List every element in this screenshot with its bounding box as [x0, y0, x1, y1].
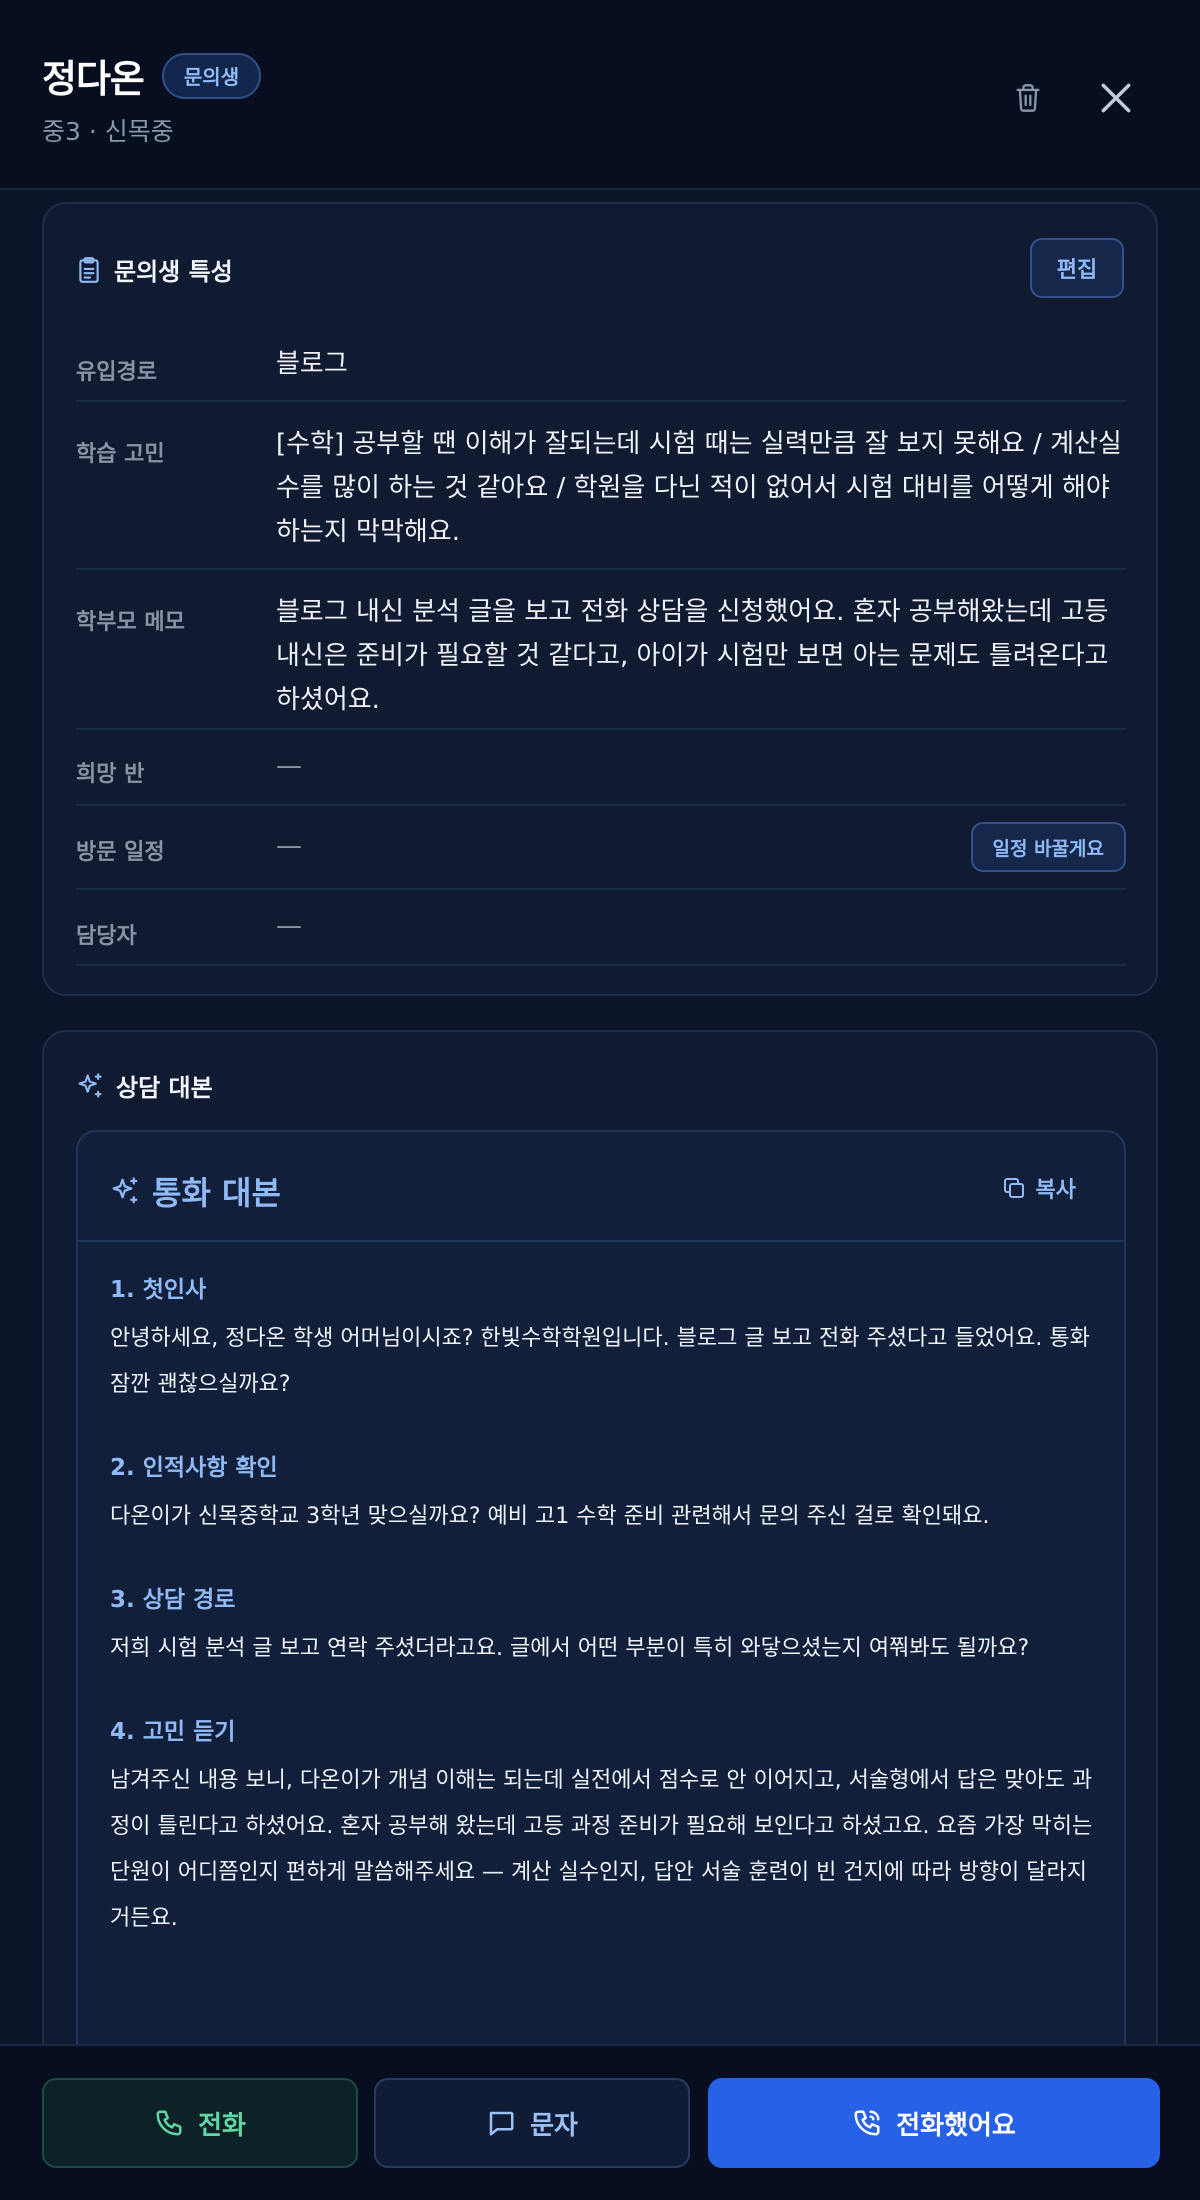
student-sub-info: 중3 · 신목중	[42, 117, 174, 146]
script-section: 4. 고민 듣기 남겨주신 내용 보니, 다온이가 개념 이해는 되는데 실전에…	[110, 1714, 1100, 1942]
script-card-title: 상담 대본	[76, 1068, 213, 1103]
script-section-body: 남겨주신 내용 보니, 다온이가 개념 이해는 되는데 실전에서 점수로 안 이…	[110, 1768, 1093, 1931]
sparkle-icon	[112, 1177, 138, 1204]
phone-call-icon	[854, 2110, 880, 2136]
script-section-heading: 2. 인적사항 확인	[110, 1455, 278, 1481]
script-section-heading: 3. 상담 경로	[110, 1587, 236, 1613]
sparkle-icon	[78, 1072, 102, 1098]
call-script-header: 통화 대본 복사	[78, 1132, 1124, 1242]
status-badge: 문의생	[161, 52, 262, 99]
sms-label: 문자	[530, 2110, 578, 2141]
reschedule-button[interactable]: 일정 바꿀게요	[970, 822, 1126, 872]
row-manager: 담당자 —	[76, 890, 1126, 966]
row-source: 유입경로 블로그	[76, 334, 1126, 402]
script-section-heading: 4. 고민 듣기	[110, 1719, 236, 1745]
phone-icon	[156, 2110, 182, 2136]
student-detail-panel: 정다온 문의생 중3 · 신목중 문의생 특성 편집 유입경로 블로그 학습 고…	[0, 0, 1200, 2200]
script-section: 3. 상담 경로 저희 시험 분석 글 보고 연락 주셨더라고요. 글에서 어떤…	[110, 1582, 1100, 1672]
row-label: 학습 고민	[76, 442, 165, 467]
student-name: 정다온	[42, 57, 145, 101]
profile-card-title: 문의생 특성	[76, 252, 233, 287]
script-section: 2. 인적사항 확인 다온이가 신목중학교 3학년 맞으실까요? 예비 고1 수…	[110, 1450, 1100, 1540]
clipboard-icon	[79, 256, 99, 283]
row-concern: 학습 고민 [수학] 공부할 땐 이해가 잘되는데 시험 때는 실력만큼 잘 보…	[76, 402, 1126, 570]
close-button[interactable]	[1088, 70, 1144, 126]
call-script-box: 통화 대본 복사 1. 첫인사 안녕하세요, 정다온 학생 어머님이시죠? 한빛…	[76, 1130, 1126, 2068]
panel-header: 정다온 문의생 중3 · 신목중	[0, 0, 1200, 190]
trash-icon	[1016, 84, 1040, 112]
row-label: 학부모 메모	[76, 610, 185, 635]
mark-called-label: 전화했어요	[896, 2110, 1016, 2141]
copy-label: 복사	[1035, 1178, 1076, 1203]
consult-script-card: 상담 대본 통화 대본 복사 1. 첫인사 안녕하세요, 정다온 학생 어머님이…	[42, 1030, 1158, 2070]
script-section-heading: 1. 첫인사	[110, 1277, 207, 1303]
row-label: 담당자	[76, 924, 137, 949]
copy-icon	[1003, 1178, 1024, 1198]
row-desired-class: 희망 반 —	[76, 730, 1126, 806]
call-script-title: 통화 대본	[110, 1168, 281, 1214]
bottom-action-bar: 전화 문자 전화했어요	[0, 2044, 1200, 2200]
row-value: 블로그	[276, 349, 348, 379]
row-value: [수학] 공부할 땐 이해가 잘되는데 시험 때는 실력만큼 잘 보지 못해요 …	[276, 429, 1122, 547]
row-parent-memo: 학부모 메모 블로그 내신 분석 글을 보고 전화 상담을 신청했어요. 혼자 …	[76, 570, 1126, 730]
row-value: —	[276, 751, 302, 781]
script-card-title-text: 상담 대본	[116, 1074, 213, 1102]
name-row: 정다온 문의생	[42, 48, 262, 103]
script-section-body: 저희 시험 분석 글 보고 연락 주셨더라고요. 글에서 어떤 부분이 특히 와…	[110, 1636, 1030, 1661]
copy-button[interactable]: 복사	[1002, 1172, 1076, 1204]
profile-card: 문의생 특성 편집 유입경로 블로그 학습 고민 [수학] 공부할 땐 이해가 …	[42, 202, 1158, 996]
row-label: 희망 반	[76, 762, 145, 787]
delete-button[interactable]	[1000, 70, 1056, 126]
mark-called-button[interactable]: 전화했어요	[708, 2078, 1160, 2168]
profile-rows: 유입경로 블로그 학습 고민 [수학] 공부할 땐 이해가 잘되는데 시험 때는…	[76, 334, 1126, 966]
profile-card-title-text: 문의생 특성	[114, 258, 233, 286]
row-visit-schedule: 방문 일정 — 일정 바꿀게요	[76, 806, 1126, 890]
sms-button[interactable]: 문자	[374, 2078, 690, 2168]
message-icon	[489, 2111, 514, 2136]
script-section-body: 안녕하세요, 정다온 학생 어머님이시죠? 한빛수학학원입니다. 블로그 글 보…	[110, 1326, 1090, 1397]
script-section-body: 다온이가 신목중학교 3학년 맞으실까요? 예비 고1 수학 준비 관련해서 문…	[110, 1504, 990, 1529]
edit-button[interactable]: 편집	[1030, 238, 1124, 298]
row-label: 방문 일정	[76, 840, 165, 865]
call-script-body: 1. 첫인사 안녕하세요, 정다온 학생 어머님이시죠? 한빛수학학원입니다. …	[110, 1272, 1100, 1984]
close-icon	[1101, 83, 1131, 113]
row-label: 유입경로	[76, 360, 157, 385]
script-section: 1. 첫인사 안녕하세요, 정다온 학생 어머님이시죠? 한빛수학학원입니다. …	[110, 1272, 1100, 1408]
row-value: —	[276, 911, 302, 941]
row-value: 블로그 내신 분석 글을 보고 전화 상담을 신청했어요. 혼자 공부해왔는데 …	[276, 597, 1109, 715]
call-script-title-text: 통화 대본	[152, 1174, 281, 1212]
call-button[interactable]: 전화	[42, 2078, 358, 2168]
call-label: 전화	[198, 2110, 246, 2141]
